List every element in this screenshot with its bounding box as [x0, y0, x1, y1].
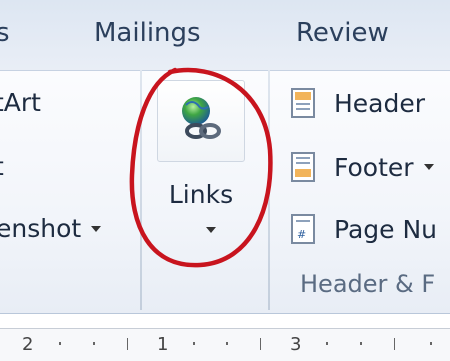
red-annotation-circle: [129, 67, 273, 268]
